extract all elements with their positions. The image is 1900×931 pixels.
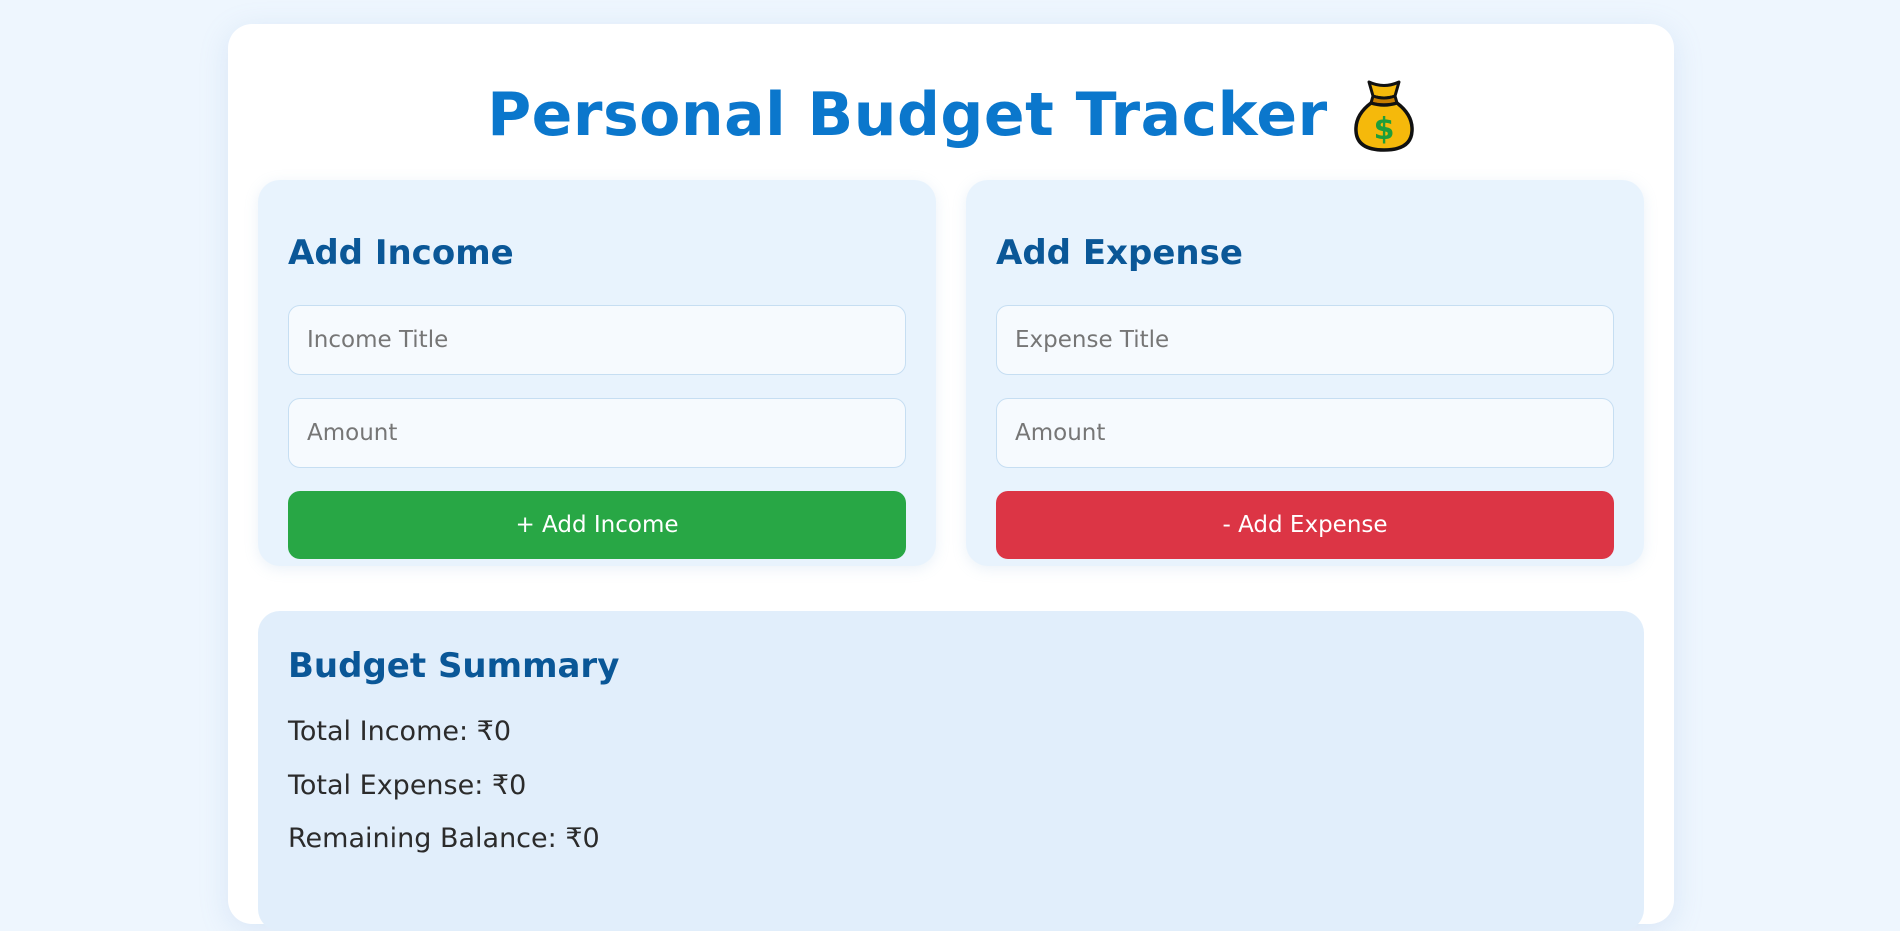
add-expense-button[interactable]: - Add Expense	[996, 491, 1614, 559]
income-amount-input[interactable]	[288, 398, 906, 468]
income-title-input[interactable]	[288, 305, 906, 375]
add-income-button[interactable]: + Add Income	[288, 491, 906, 559]
svg-text:$: $	[1373, 112, 1394, 147]
total-expense-text: Total Expense: ₹0	[288, 770, 527, 801]
expense-title-input[interactable]	[996, 305, 1614, 375]
expense-amount-input[interactable]	[996, 398, 1614, 468]
budget-summary-card: Budget Summary Total Income: ₹0 Total Ex…	[258, 611, 1644, 931]
remaining-balance-text: Remaining Balance: ₹0	[288, 823, 600, 854]
total-income-text: Total Income: ₹0	[288, 716, 512, 747]
add-expense-card: Add Expense - Add Expense	[966, 180, 1644, 566]
page-title: Personal Budget Tracker	[487, 80, 1328, 150]
add-income-card: Add Income + Add Income	[258, 180, 936, 566]
budget-summary-heading: Budget Summary	[288, 646, 620, 686]
add-income-heading: Add Income	[288, 233, 514, 273]
header: Personal Budget Tracker $	[228, 76, 1674, 166]
money-bag-icon: $	[1353, 76, 1415, 154]
add-expense-heading: Add Expense	[996, 233, 1243, 273]
budget-app-container: Personal Budget Tracker $ Add Income + A…	[228, 24, 1674, 931]
